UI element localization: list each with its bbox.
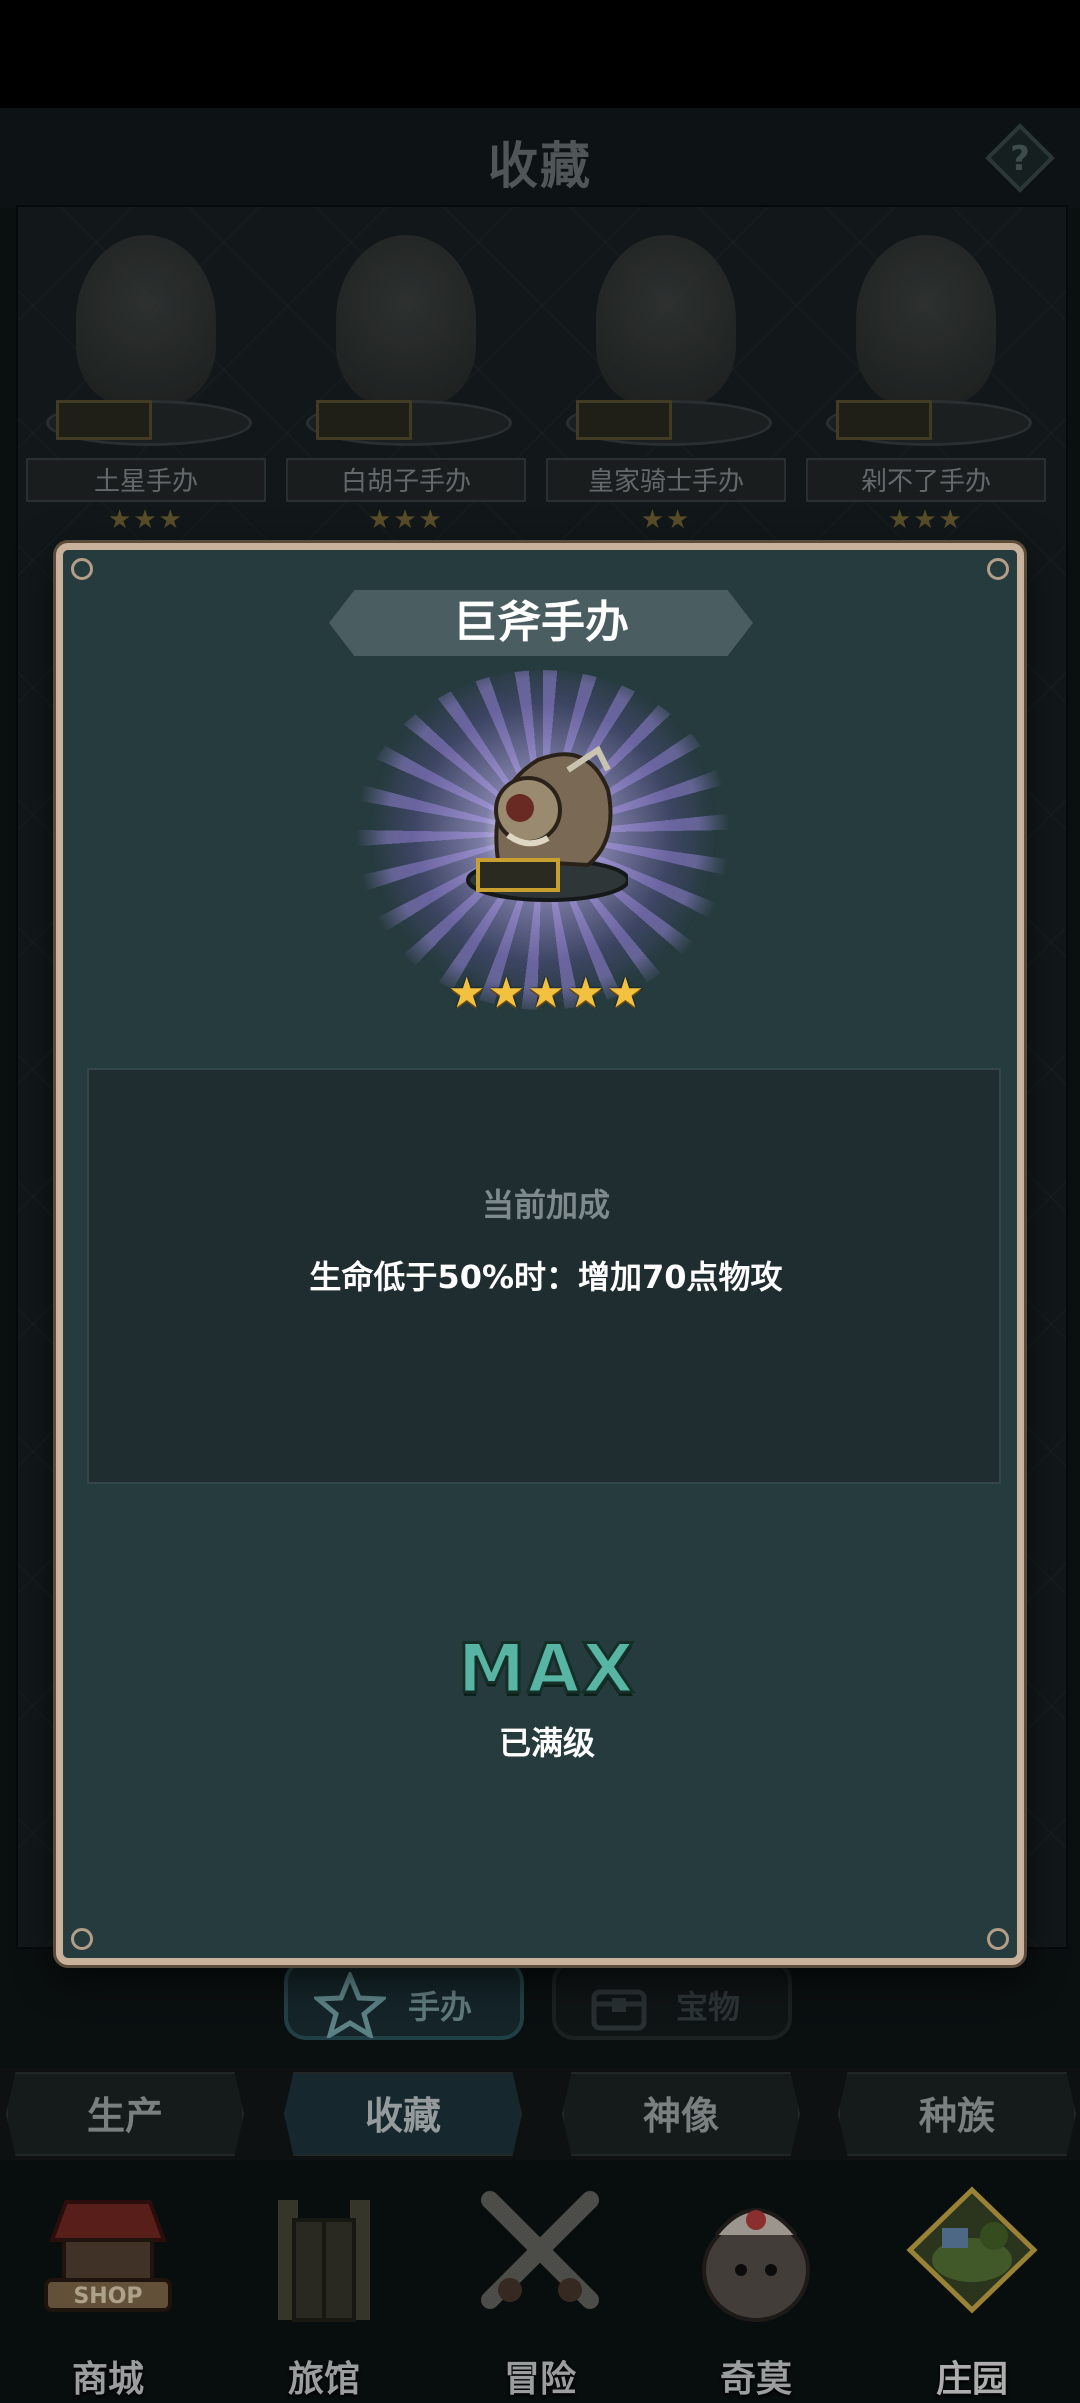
figure-detail-modal: 巨斧手办 ★★★★★ 当前加成 生命低于50%时：增加70点物攻 MAX 已满级 bbox=[56, 543, 1024, 1965]
status-bar bbox=[0, 0, 1080, 108]
figure-star-rating: ★★★★★ bbox=[447, 968, 647, 1017]
max-level-subtext: 已满级 bbox=[498, 1724, 595, 1762]
giant-axe-figure-image bbox=[466, 745, 628, 902]
max-level-label: MAX bbox=[456, 1629, 637, 1711]
modal-corner-ornament bbox=[71, 558, 93, 580]
bonus-panel: 当前加成 生命低于50%时：增加70点物攻 bbox=[87, 1068, 1001, 1484]
figure-showcase bbox=[353, 670, 733, 1010]
bonus-description: 生命低于50%时：增加70点物攻 bbox=[309, 1258, 783, 1296]
modal-corner-ornament bbox=[71, 1928, 93, 1950]
modal-corner-ornament bbox=[987, 558, 1009, 580]
modal-corner-ornament bbox=[987, 1928, 1009, 1950]
bonus-heading: 当前加成 bbox=[481, 1186, 610, 1224]
modal-title: 巨斧手办 bbox=[453, 597, 629, 648]
